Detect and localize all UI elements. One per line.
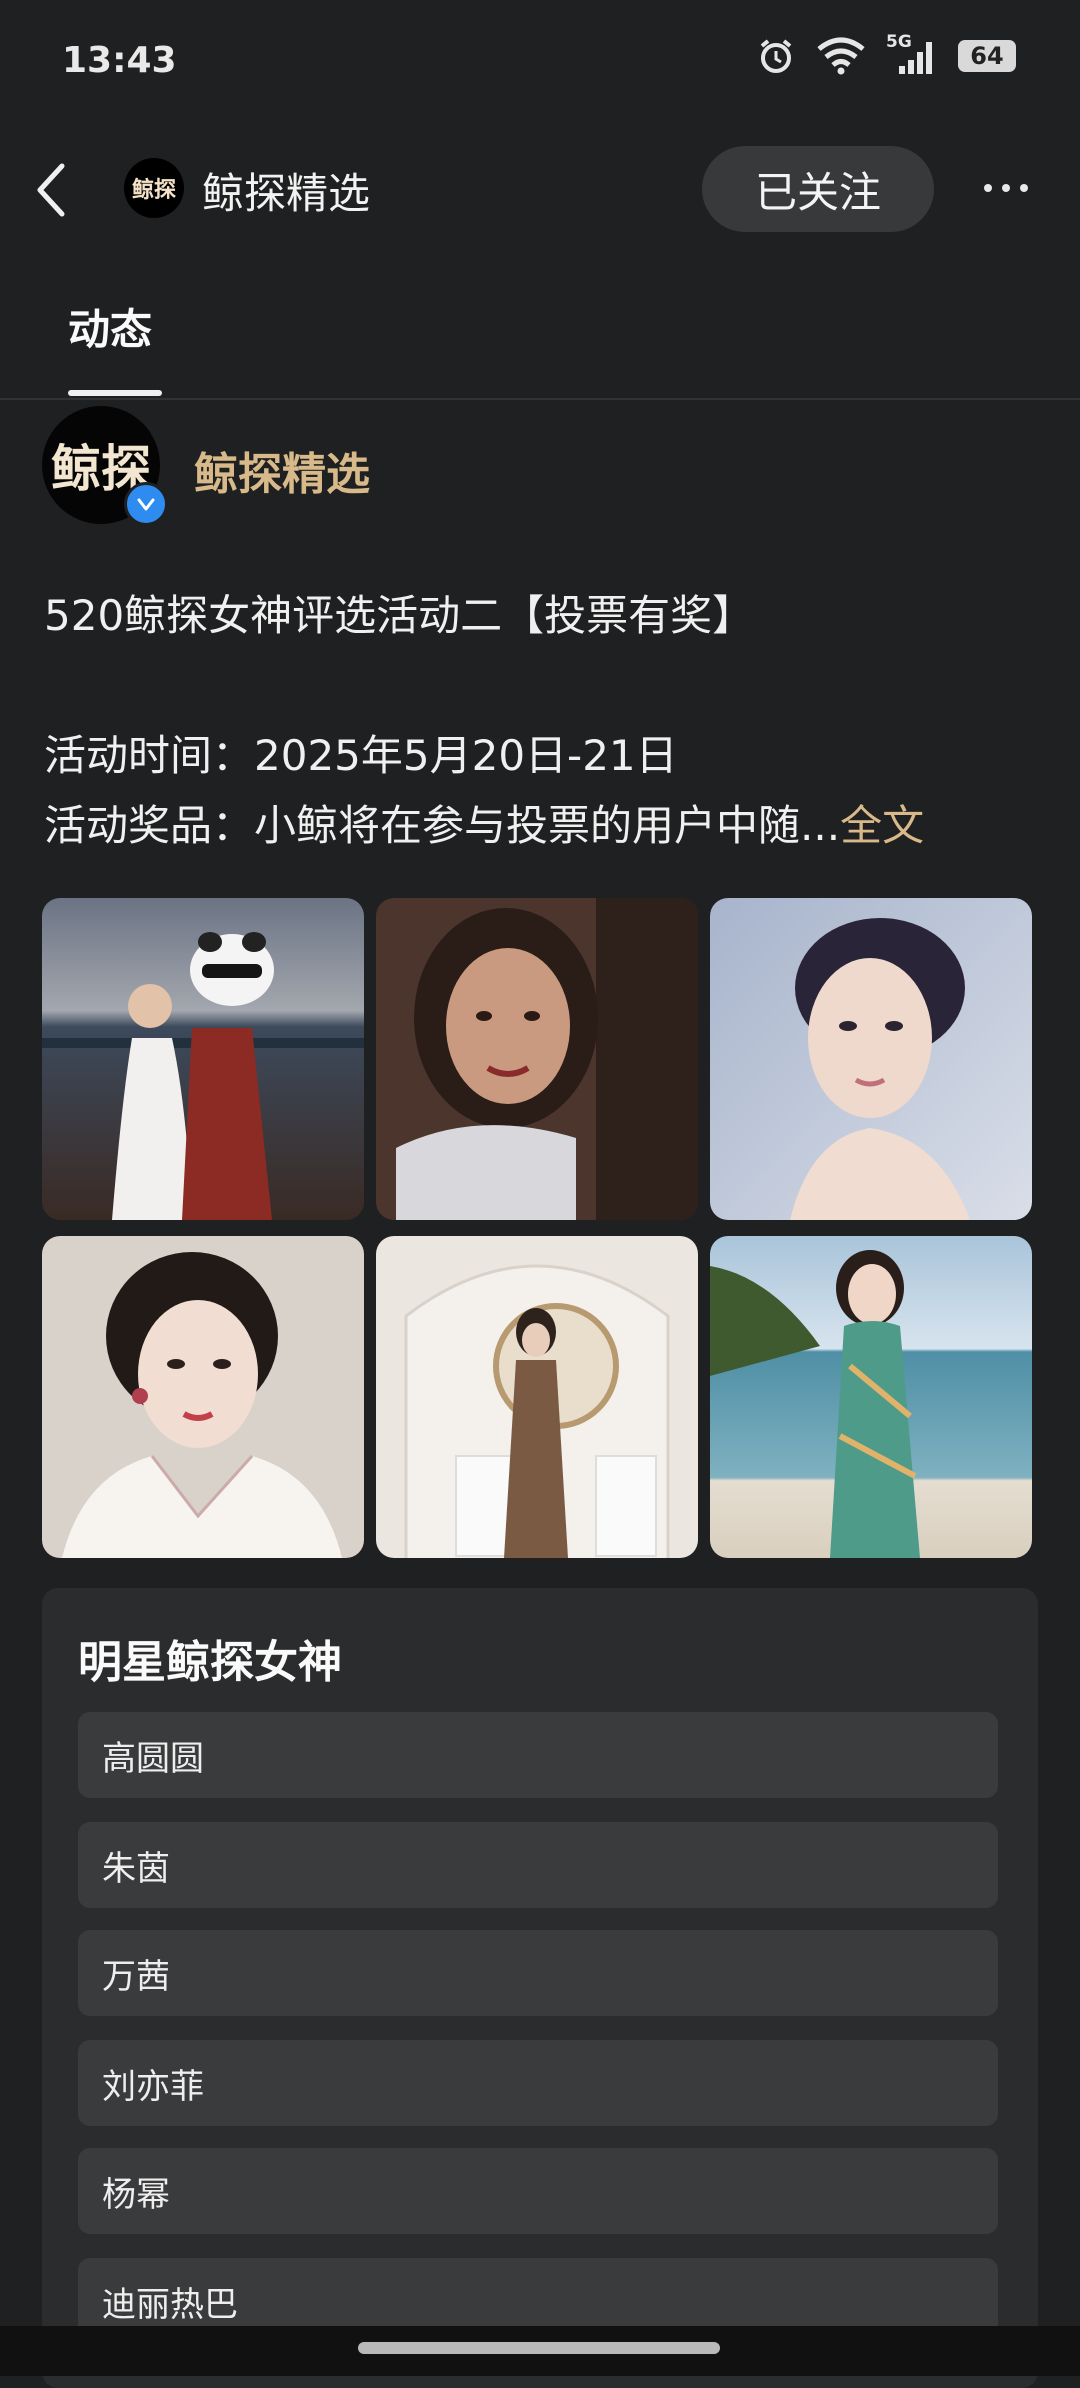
poll-title: 明星鲸探女神 bbox=[78, 1637, 342, 1688]
post-image-3[interactable] bbox=[710, 898, 1032, 1220]
post-image-2[interactable] bbox=[376, 898, 698, 1220]
vote-poll-card: 明星鲸探女神 高圆圆 朱茵 万茜 刘亦菲 杨幂 迪丽热巴 bbox=[42, 1588, 1038, 2388]
poll-option[interactable]: 刘亦菲 bbox=[78, 2040, 998, 2126]
header-avatar[interactable]: 鲸探 bbox=[124, 158, 184, 218]
battery-icon: 64 bbox=[958, 40, 1016, 72]
post-title: 520鲸探女神评选活动二【投票有奖】 bbox=[44, 591, 755, 640]
more-options-button[interactable] bbox=[984, 170, 1028, 206]
post-image-4[interactable] bbox=[42, 1236, 364, 1558]
post-image-1[interactable] bbox=[42, 898, 364, 1220]
poll-option[interactable]: 杨幂 bbox=[78, 2148, 998, 2234]
post-image-6[interactable] bbox=[710, 1236, 1032, 1558]
header-avatar-text: 鲸探 bbox=[131, 178, 176, 203]
poll-option[interactable]: 万茜 bbox=[78, 1930, 998, 2016]
verified-badge-icon bbox=[124, 482, 168, 526]
tab-dongtai[interactable]: 动态 bbox=[68, 296, 152, 357]
home-indicator[interactable] bbox=[358, 2342, 720, 2354]
header-title[interactable]: 鲸探精选 bbox=[202, 160, 370, 221]
battery-level: 64 bbox=[970, 42, 1004, 70]
read-more-link[interactable]: 全文 bbox=[840, 801, 924, 850]
wifi-icon bbox=[816, 37, 866, 75]
post-prize-text: 活动奖品：小鲸将在参与投票的用户中随... bbox=[44, 801, 841, 850]
post-activity-prize: 活动奖品：小鲸将在参与投票的用户中随...全文 bbox=[44, 792, 924, 853]
more-dot-icon bbox=[984, 184, 992, 192]
poll-option[interactable]: 朱茵 bbox=[78, 1822, 998, 1908]
status-icons: 5G 64 bbox=[756, 32, 1016, 76]
back-button[interactable] bbox=[30, 158, 74, 222]
tab-active-indicator bbox=[68, 390, 162, 396]
status-time: 13:43 bbox=[62, 40, 177, 81]
chevron-left-icon bbox=[37, 163, 65, 217]
post-activity-time: 活动时间：2025年5月20日-21日 bbox=[44, 731, 678, 780]
follow-button[interactable]: 已关注 bbox=[702, 146, 934, 232]
post-author-name[interactable]: 鲸探精选 bbox=[194, 438, 370, 502]
alarm-icon bbox=[756, 36, 796, 76]
poll-option[interactable]: 高圆圆 bbox=[78, 1712, 998, 1798]
post-image-5[interactable] bbox=[376, 1236, 698, 1558]
more-dot-icon bbox=[1020, 184, 1028, 192]
tab-divider bbox=[0, 398, 1080, 400]
cellular-5g-icon: 5G bbox=[886, 32, 938, 76]
more-dot-icon bbox=[1002, 184, 1010, 192]
